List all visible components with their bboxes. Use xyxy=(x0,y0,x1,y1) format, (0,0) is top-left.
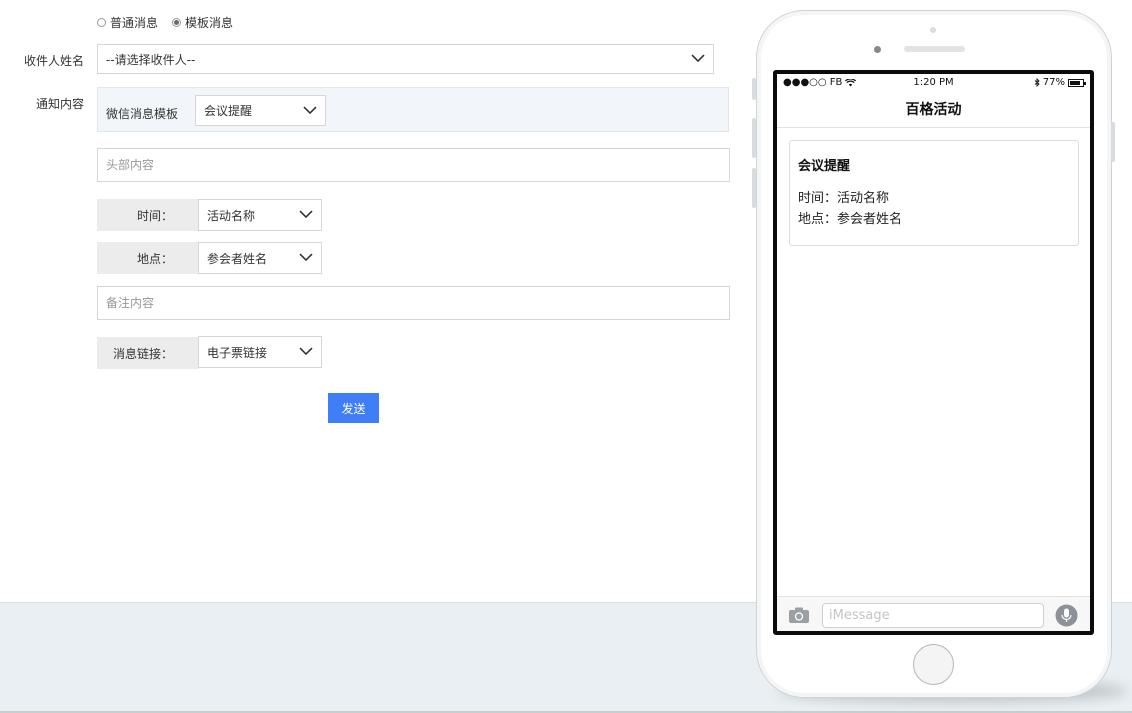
location-field-label: 地点： xyxy=(97,242,199,274)
message-preview-line-location: 地点：参会者姓名 xyxy=(798,212,903,227)
status-battery-text: 77% xyxy=(1042,77,1065,88)
phone-power-button xyxy=(1111,122,1115,162)
remark-content-input[interactable] xyxy=(97,286,730,320)
chevron-down-icon xyxy=(691,54,705,63)
radio-plain-dot[interactable] xyxy=(97,18,106,27)
chevron-down-icon xyxy=(303,105,317,114)
location-field-value: 参会者姓名 xyxy=(207,251,268,266)
template-select-value: 会议提醒 xyxy=(204,104,253,118)
phone-front-camera xyxy=(874,46,881,53)
message-preview-title: 会议提醒 xyxy=(798,159,851,174)
chevron-down-icon xyxy=(299,347,313,356)
phone-home-button xyxy=(913,644,954,685)
radio-template-dot[interactable] xyxy=(172,18,182,27)
recipient-select-value: --请选择收件人-- xyxy=(106,52,196,67)
message-link-select[interactable]: 电子票链接 xyxy=(198,336,322,368)
message-link-label: 消息链接： xyxy=(97,337,199,369)
imessage-input-bar xyxy=(777,596,1090,631)
radio-plain-label: 普通消息 xyxy=(110,16,159,30)
send-button[interactable]: 发送 xyxy=(328,393,379,423)
message-link-value: 电子票链接 xyxy=(207,345,268,360)
location-field-select[interactable]: 参会者姓名 xyxy=(198,242,322,274)
bluetooth-icon xyxy=(1034,78,1040,87)
microphone-icon[interactable] xyxy=(1055,604,1078,627)
time-field-select[interactable]: 活动名称 xyxy=(198,199,322,231)
phone-sensor xyxy=(930,27,936,33)
template-label: 微信消息模板 xyxy=(106,107,179,121)
phone-speaker xyxy=(904,46,965,52)
status-battery-group: 77% xyxy=(1034,77,1086,88)
radio-template-label: 模板消息 xyxy=(185,16,234,30)
phone-volume-down xyxy=(752,168,756,208)
imessage-input[interactable] xyxy=(822,603,1044,628)
message-preview-line-time: 时间：活动名称 xyxy=(798,191,890,206)
header-content-input[interactable] xyxy=(97,148,730,182)
battery-icon xyxy=(1068,78,1086,87)
recipient-select[interactable]: --请选择收件人-- xyxy=(97,44,714,74)
phone-screen: ●●●○○ FB 1:20 PM 77% 百格活动 会议提醒 时间：活动名称 地… xyxy=(773,70,1094,635)
template-panel: 微信消息模板 会议提醒 xyxy=(97,87,729,132)
radio-template-message[interactable]: 模板消息 xyxy=(172,14,233,31)
phone-nav-title: 百格活动 xyxy=(777,92,1090,128)
time-field-label: 时间： xyxy=(97,199,199,231)
status-bar: ●●●○○ FB 1:20 PM 77% xyxy=(777,74,1090,92)
time-field-value: 活动名称 xyxy=(207,208,256,223)
camera-icon[interactable] xyxy=(788,607,810,624)
recipient-label: 收件人姓名 xyxy=(23,54,84,68)
phone-volume-up xyxy=(752,118,756,158)
radio-plain-message[interactable]: 普通消息 xyxy=(97,14,158,31)
chevron-down-icon xyxy=(299,253,313,262)
message-type-radio-group: 普通消息 模板消息 xyxy=(97,14,233,31)
content-label: 通知内容 xyxy=(35,97,84,111)
message-preview-card: 会议提醒 时间：活动名称 地点：参会者姓名 xyxy=(789,140,1079,246)
chevron-down-icon xyxy=(299,210,313,219)
template-select[interactable]: 会议提醒 xyxy=(195,95,326,126)
phone-mute-switch xyxy=(752,78,756,100)
